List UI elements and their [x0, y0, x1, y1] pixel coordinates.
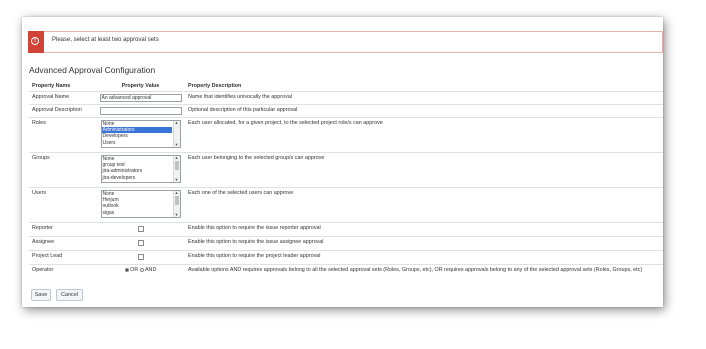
alert-message: Please, select at least two approval set… — [52, 37, 159, 43]
roles-listbox[interactable]: None Administrators Developers Users ▲ ▼ — [100, 120, 181, 148]
row-description: Name that identifies univocally the appr… — [185, 91, 663, 105]
reporter-checkbox[interactable] — [137, 226, 144, 232]
table-row: Project Lead Enable this option to requi… — [29, 250, 663, 265]
row-description: Optional description of this particular … — [185, 104, 663, 118]
approval-config-table: Property Name Property Value Property De… — [29, 80, 663, 277]
row-description: Enable this option to require the issue … — [185, 236, 663, 251]
row-description: Each one of the selected users can appro… — [185, 187, 663, 223]
table-row: Roles None Administrators Developers Use… — [29, 117, 663, 153]
error-icon: ! — [31, 37, 39, 45]
table-row: Approval Description Optional descriptio… — [29, 104, 663, 118]
row-label: Approval Name — [29, 91, 96, 105]
row-description: Each user belonging to the selected grou… — [185, 152, 663, 188]
list-option[interactable]: jira-developers — [102, 175, 172, 181]
operator-and-label: AND — [144, 267, 157, 273]
operator-or-label: OR — [130, 267, 139, 273]
table-row: Users None Herjum outlook sigas ▲ ▼ Each… — [29, 187, 663, 223]
table-row: Assignee Enable this option to require t… — [29, 236, 663, 251]
scroll-down-icon[interactable]: ▼ — [175, 178, 179, 182]
table-row: Operator OR AND Available options AND re… — [29, 264, 663, 277]
groups-listbox[interactable]: None group test jira-administrators jira… — [100, 155, 181, 183]
header-property-description: Property Description — [188, 82, 242, 89]
scroll-up-icon[interactable]: ▲ — [175, 156, 179, 160]
save-button[interactable]: Save — [31, 289, 51, 301]
operator-or-radio[interactable] — [124, 267, 129, 272]
error-alert: ! Please, select at least two approval s… — [28, 31, 663, 53]
row-label: Users — [29, 187, 96, 223]
assignee-checkbox[interactable] — [137, 240, 144, 246]
users-listbox[interactable]: None Herjum outlook sigas ▲ ▼ — [100, 190, 181, 218]
alert-icon-box: ! — [28, 31, 44, 53]
scroll-up-icon[interactable]: ▲ — [175, 121, 179, 125]
row-label: Project Lead — [29, 250, 96, 265]
header-property-value: Property Value — [121, 82, 160, 89]
listbox-scrollbar[interactable]: ▲ ▼ — [172, 191, 180, 217]
row-description: Enable this option to require the issue … — [185, 222, 663, 237]
scrollbar-thumb[interactable] — [174, 161, 179, 170]
project-lead-checkbox[interactable] — [137, 254, 144, 260]
table-header-row: Property Name Property Value Property De… — [29, 80, 663, 92]
approval-name-input[interactable]: An advanced approval — [99, 94, 182, 102]
table-row: Approval Name An advanced approval Name … — [29, 91, 663, 105]
screenshot-frame: ! Please, select at least two approval s… — [22, 17, 663, 307]
header-property-name: Property Name — [32, 82, 71, 89]
row-description: Each user allocated, for a given project… — [185, 117, 663, 153]
row-label: Operator — [29, 264, 96, 277]
table-row: Reporter Enable this option to require t… — [29, 222, 663, 237]
row-label: Approval Description — [29, 104, 96, 118]
scroll-up-icon[interactable]: ▲ — [175, 191, 179, 195]
listbox-scrollbar[interactable]: ▲ ▼ — [172, 121, 180, 147]
page-title: Advanced Approval Configuration — [29, 65, 156, 75]
row-description: Available options AND requires approvals… — [185, 264, 663, 277]
row-label: Assignee — [29, 236, 96, 251]
row-label: Roles — [29, 117, 96, 153]
scrollbar-thumb[interactable] — [174, 196, 179, 205]
cancel-button[interactable]: Cancel — [56, 289, 83, 301]
list-option[interactable]: sigas — [102, 210, 172, 216]
scroll-down-icon[interactable]: ▼ — [175, 143, 179, 147]
listbox-scrollbar[interactable]: ▲ ▼ — [172, 156, 180, 182]
approval-description-input[interactable] — [99, 107, 182, 115]
row-label: Reporter — [29, 222, 96, 237]
row-label: Groups — [29, 152, 96, 188]
table-row: Groups None group test jira-administrato… — [29, 152, 663, 188]
row-description: Enable this option to require the projec… — [185, 250, 663, 265]
operator-and-radio[interactable] — [139, 267, 144, 272]
list-option[interactable]: Users — [102, 140, 172, 146]
scroll-down-icon[interactable]: ▼ — [175, 213, 179, 217]
